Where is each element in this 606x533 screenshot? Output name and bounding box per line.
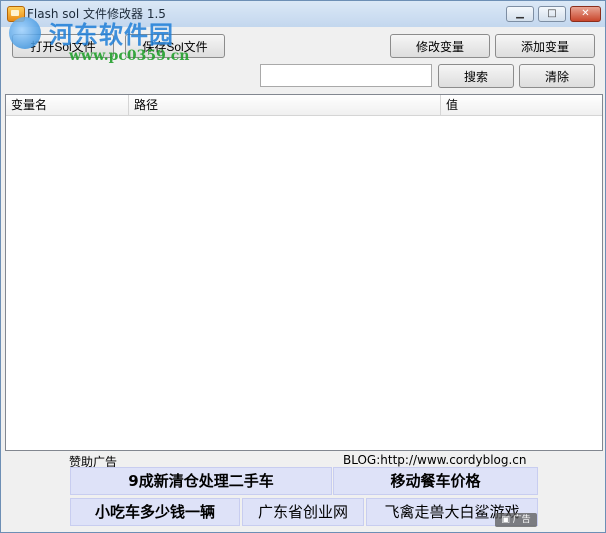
ad-link[interactable]: 小吃车多少钱一辆 <box>70 498 240 526</box>
modify-variable-button[interactable]: 修改变量 <box>390 34 490 58</box>
clear-button[interactable]: 清除 <box>519 64 595 88</box>
maximize-icon: □ <box>547 8 557 19</box>
search-input[interactable] <box>260 64 432 87</box>
close-button[interactable]: ✕ <box>570 6 601 22</box>
main-window: Flash sol 文件修改器 1.5 ▁ □ ✕ 打开Sol文件 保存Sol文… <box>0 0 606 533</box>
variable-list[interactable]: 变量名 路径 值 <box>5 94 603 451</box>
close-icon: ✕ <box>581 8 590 19</box>
window-title: Flash sol 文件修改器 1.5 <box>27 7 166 21</box>
column-header-value[interactable]: 值 <box>441 95 602 115</box>
ad-link[interactable]: 移动餐车价格 <box>333 467 538 495</box>
ad-badge[interactable]: ▣ 广告 <box>495 513 537 527</box>
column-header-name[interactable]: 变量名 <box>6 95 129 115</box>
search-button[interactable]: 搜索 <box>438 64 514 88</box>
maximize-button[interactable]: □ <box>538 6 566 22</box>
column-header-path[interactable]: 路径 <box>129 95 441 115</box>
blog-link[interactable]: BLOG:http://www.cordyblog.cn <box>343 453 527 467</box>
save-sol-button[interactable]: 保存Sol文件 <box>125 34 225 58</box>
minimize-icon: ▁ <box>516 8 524 19</box>
list-header: 变量名 路径 值 <box>6 95 602 116</box>
add-variable-button[interactable]: 添加变量 <box>495 34 595 58</box>
minimize-button[interactable]: ▁ <box>506 6 534 22</box>
open-sol-button[interactable]: 打开Sol文件 <box>12 34 114 58</box>
title-bar[interactable]: Flash sol 文件修改器 1.5 ▁ □ ✕ <box>1 1 605 27</box>
ad-link[interactable]: 9成新清仓处理二手车 <box>70 467 332 495</box>
app-icon <box>7 6 25 22</box>
ad-link[interactable]: 广东省创业网 <box>242 498 364 526</box>
